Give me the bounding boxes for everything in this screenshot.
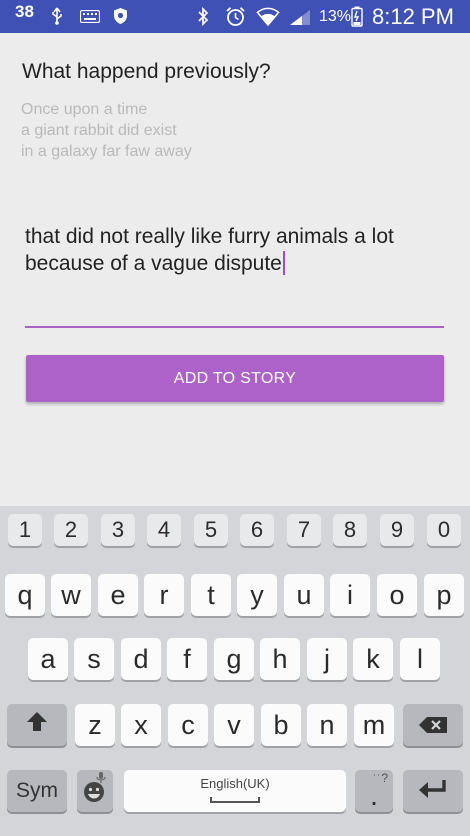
previous-line: a giant rabbit did exist [21, 122, 177, 139]
key-6[interactable]: 6 [240, 514, 274, 546]
keyboard-language-label: English(UK) [200, 776, 270, 791]
key-b[interactable]: b [261, 704, 301, 746]
signal-icon [289, 9, 311, 31]
question-heading: What happend previously? [22, 60, 271, 83]
previous-line: in a galaxy far faw away [21, 143, 192, 160]
key-w[interactable]: w [51, 574, 91, 616]
key-c[interactable]: c [168, 704, 208, 746]
key-i[interactable]: i [330, 574, 370, 616]
shift-arrow-icon [25, 710, 49, 741]
notification-count: 38 [15, 2, 34, 21]
key-v[interactable]: v [214, 704, 254, 746]
input-line: because of a vague dispute [25, 252, 282, 275]
key-3[interactable]: 3 [101, 514, 135, 546]
key-r[interactable]: r [144, 574, 184, 616]
key-o[interactable]: o [377, 574, 417, 616]
enter-icon [418, 776, 448, 807]
key-7[interactable]: 7 [287, 514, 321, 546]
story-input-field[interactable]: that did not really like furry animals a… [25, 223, 444, 328]
status-bar: 38 13% 8:12 PM [0, 0, 470, 33]
emoji-icon [82, 771, 108, 812]
period-key-label: . [370, 780, 378, 811]
emoji-voice-key[interactable] [77, 770, 113, 812]
period-key[interactable]: ? ˙˙ . [355, 770, 393, 812]
previous-line: Once upon a time [21, 101, 148, 118]
wifi-icon [256, 5, 280, 32]
key-4[interactable]: 4 [147, 514, 181, 546]
key-x[interactable]: x [121, 704, 161, 746]
sym-key-label: Sym [16, 779, 58, 802]
key-a[interactable]: a [28, 638, 68, 680]
backspace-icon [418, 710, 448, 741]
keyboard-icon [79, 9, 101, 28]
key-j[interactable]: j [307, 638, 347, 680]
alarm-icon [225, 6, 246, 32]
key-9[interactable]: 9 [380, 514, 414, 546]
key-e[interactable]: e [98, 574, 138, 616]
key-f[interactable]: f [167, 638, 207, 680]
shield-icon [113, 7, 128, 30]
key-z[interactable]: z [75, 704, 115, 746]
enter-key[interactable] [403, 770, 463, 812]
backspace-key[interactable] [403, 704, 463, 746]
key-d[interactable]: d [121, 638, 161, 680]
key-g[interactable]: g [214, 638, 254, 680]
key-n[interactable]: n [307, 704, 347, 746]
story-screen: What happend previously? Once upon a tim… [0, 33, 470, 506]
add-to-story-button[interactable]: ADD TO STORY [26, 355, 444, 402]
key-q[interactable]: q [5, 574, 45, 616]
battery-percent: 13% [319, 8, 352, 25]
key-m[interactable]: m [354, 704, 394, 746]
space-bar[interactable]: English(UK) [124, 770, 346, 812]
key-8[interactable]: 8 [333, 514, 367, 546]
input-line: that did not really like furry animals a… [25, 225, 394, 248]
shift-key[interactable] [7, 704, 67, 746]
bluetooth-icon [197, 6, 209, 31]
key-l[interactable]: l [400, 638, 440, 680]
key-0[interactable]: 0 [427, 514, 461, 546]
key-u[interactable]: u [284, 574, 324, 616]
text-cursor [282, 251, 285, 275]
previous-story-lines: Once upon a time a giant rabbit did exis… [21, 99, 192, 162]
key-p[interactable]: p [424, 574, 464, 616]
clock-time: 8:12 PM [372, 4, 454, 29]
key-h[interactable]: h [260, 638, 300, 680]
battery-icon [351, 6, 363, 32]
key-1[interactable]: 1 [8, 514, 42, 546]
key-2[interactable]: 2 [54, 514, 88, 546]
soft-keyboard: 1 2 3 4 5 6 7 8 9 0 q w e r t y u i o p … [0, 506, 470, 836]
key-s[interactable]: s [74, 638, 114, 680]
key-5[interactable]: 5 [194, 514, 228, 546]
key-y[interactable]: y [237, 574, 277, 616]
key-t[interactable]: t [191, 574, 231, 616]
sym-key[interactable]: Sym [7, 770, 67, 812]
space-icon [210, 797, 260, 803]
punctuation-hint-dots: ˙˙ [373, 772, 381, 786]
usb-icon [50, 7, 64, 30]
punctuation-hint: ? [381, 771, 388, 785]
key-k[interactable]: k [353, 638, 393, 680]
